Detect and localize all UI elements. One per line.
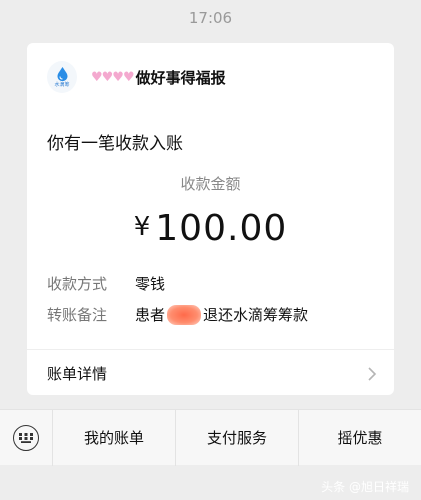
app-logo: 水滴筹 [47, 61, 77, 93]
notification-title: 你有一笔收款入账 [47, 134, 183, 154]
transfer-note-value: 患者 退还水滴筹筹款 [135, 304, 308, 325]
menu-payment-services[interactable]: 支付服务 [175, 409, 298, 466]
watermark: 头条 @旭日祥瑞 [321, 480, 409, 494]
payment-notification-card[interactable]: 水滴筹 ♥♥♥♥ 做好事得福报 你有一笔收款入账 收款金额 ¥100.00 收款… [27, 43, 394, 395]
chevron-right-icon [368, 366, 377, 381]
payment-method-value: 零钱 [135, 275, 166, 293]
payment-method-row: 收款方式 零钱 [47, 273, 165, 294]
sender-name: 做好事得福报 [135, 68, 226, 87]
transfer-note-prefix: 患者 [135, 306, 166, 324]
card-header: 水滴筹 ♥♥♥♥ 做好事得福报 [47, 59, 226, 95]
bottom-menu-bar: 我的账单 支付服务 摇优惠 [0, 409, 421, 466]
menu-my-bills[interactable]: 我的账单 [52, 409, 175, 466]
status-time: 17:06 [188, 9, 233, 27]
bill-details-label: 账单详情 [47, 365, 108, 383]
payment-method-label: 收款方式 [47, 275, 108, 293]
keyboard-toggle[interactable] [0, 424, 52, 451]
transfer-note-suffix: 退还水滴筹筹款 [203, 306, 309, 324]
transfer-note-row: 转账备注 患者 退还水滴筹筹款 [47, 304, 308, 325]
divider [27, 349, 394, 350]
transfer-note-label: 转账备注 [47, 306, 108, 324]
amount-label: 收款金额 [180, 175, 241, 193]
heart-icon: ♥♥♥♥ [91, 69, 135, 85]
keyboard-keys-icon [19, 432, 33, 443]
water-drop-icon [57, 66, 67, 81]
bill-details-link[interactable]: 账单详情 [47, 363, 377, 384]
amount-number: 100.00 [155, 208, 288, 249]
app-logo-text: 水滴筹 [54, 81, 70, 88]
redaction-mark [167, 304, 202, 325]
redacted-hearts: ♥♥♥♥ [91, 69, 135, 85]
amount-value: ¥100.00 [27, 208, 394, 249]
menu-shake-discount[interactable]: 摇优惠 [298, 409, 421, 466]
keyboard-icon [13, 424, 39, 451]
currency-symbol: ¥ [133, 212, 152, 242]
